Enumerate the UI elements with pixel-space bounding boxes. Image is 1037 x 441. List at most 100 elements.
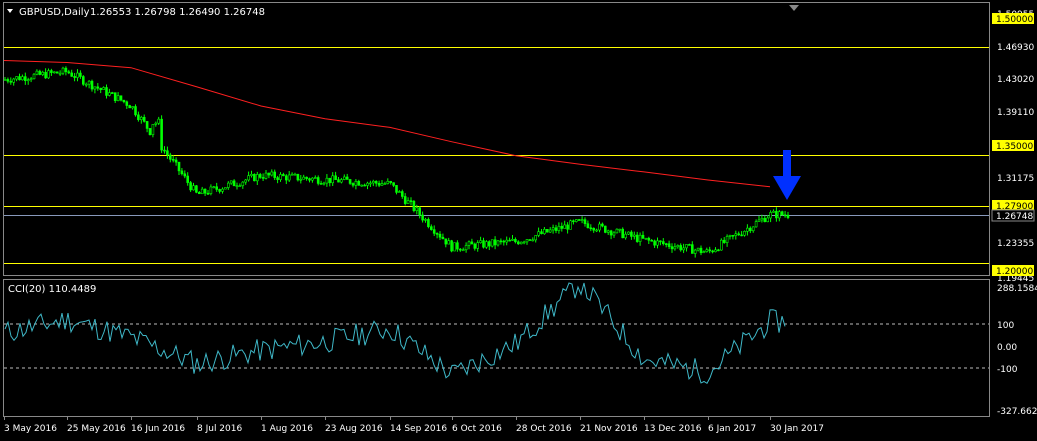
candle-body [435,233,439,235]
cci-axis: 288.1584 100 0.00 -100 -327.6624 [997,284,1037,417]
arrow-down-icon[interactable] [773,150,801,200]
candle-body [502,240,506,243]
svg-text:1.20000: 1.20000 [996,267,1033,277]
candle-body [670,246,674,250]
candle-body [108,92,111,96]
candle-body [354,181,358,186]
candle-body [26,79,30,82]
cci-tick: 288.1584 [997,284,1037,294]
candle-body [609,230,613,236]
candle-body [116,95,120,101]
svg-text:1.50000: 1.50000 [996,15,1033,25]
candle-body [351,183,355,186]
candles [3,66,790,258]
candle-body [618,228,622,231]
candle-body [479,240,482,243]
candle-body [583,219,587,224]
candle-body [192,185,195,191]
candle-body [377,182,381,186]
candle-body [47,70,50,79]
level-label-1.35000: 1.35000 [992,140,1034,152]
candle-body [763,218,767,223]
candle-body [369,182,372,185]
cci-tick: 100 [997,321,1014,331]
candle-body [751,226,755,232]
candle-body [572,220,575,223]
candle-body [232,180,236,187]
candle-body [340,179,343,183]
chart-canvas[interactable]: GBPUSD,Daily 1.26553 1.26798 1.26490 1.2… [0,0,1037,441]
candle-body [577,219,581,221]
svg-text:1.26748: 1.26748 [996,212,1033,222]
candle-body [374,180,378,184]
candle-body [450,240,453,252]
candle-body [606,230,610,233]
candle-body [757,219,761,222]
candle-body [84,83,88,86]
candle-body [493,239,497,246]
candle-body [621,228,625,239]
candle-body [345,176,349,180]
candle-body [580,219,584,221]
candle-body [227,182,230,188]
candle-body [79,72,82,77]
candle-body [569,220,572,230]
chart-shift-marker-icon[interactable] [789,5,799,11]
candle-body [601,223,604,227]
candle-body [32,73,36,80]
svg-text:1.35000: 1.35000 [996,142,1033,152]
candle-body [545,229,549,233]
candle-body [90,80,94,90]
candle-body [308,178,311,181]
candle-body [760,218,764,221]
candle-body [316,177,320,184]
candle-body [363,184,366,187]
candle-body [203,188,207,194]
candle-body [728,234,732,237]
candle-body [253,173,256,182]
candle-body [102,87,105,90]
candle-body [534,235,538,241]
candle-body [551,227,555,231]
candle-body [183,173,187,177]
candle-body [12,78,15,83]
candle-body [519,241,523,245]
candle-body [783,214,787,217]
candle-body [319,183,323,185]
candle-body [505,239,509,243]
candle-body [244,179,247,183]
candle-body [429,226,433,230]
candle-body [719,239,723,251]
candle-body [777,211,781,219]
candle-body [603,225,607,233]
candle-body [125,101,129,106]
price-tick: 1.31175 [997,174,1034,184]
candle-body [128,105,131,109]
candle-body [731,234,735,237]
candle-body [322,182,326,185]
candle-body [337,179,340,183]
level-label-1.20000: 1.20000 [992,265,1034,277]
price-tick: 1.23355 [997,239,1034,249]
candle-body [630,231,633,237]
candle-body [554,227,558,231]
candle-body [667,243,671,247]
candle-body [200,188,204,195]
candle-body [427,219,430,227]
candle-body [461,249,465,252]
candle-body [290,173,294,176]
candle-body [563,224,567,229]
candle-body [241,181,245,187]
symbol-dropdown-icon[interactable] [7,9,13,13]
candle-body [740,234,743,237]
candle-body [215,186,218,190]
candle-body [696,247,700,251]
candle-body [105,87,108,96]
candle-body [142,116,146,122]
date-tick-label: 6 Oct 2016 [452,424,502,434]
date-tick-label: 3 May 2016 [4,424,57,434]
candle-body [145,121,149,129]
candle-body [543,229,546,235]
candle-body [447,240,451,245]
candle-body [638,234,642,242]
